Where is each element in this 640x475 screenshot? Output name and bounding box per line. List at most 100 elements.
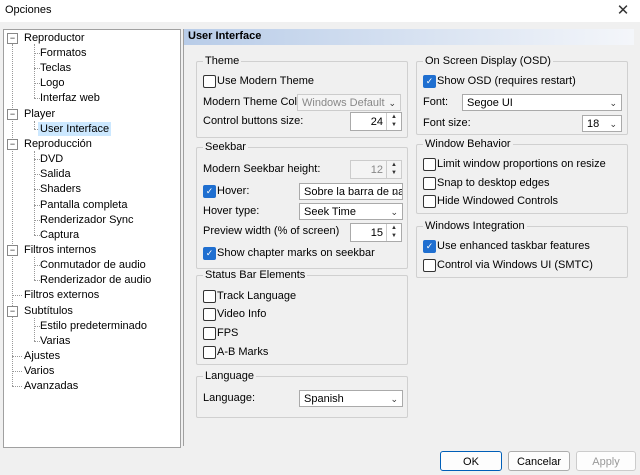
language-value: Spanish: [304, 393, 344, 405]
ab-marks-checkbox[interactable]: [203, 346, 216, 359]
hover-checkbox[interactable]: ✓: [203, 185, 216, 198]
seekbar-group-title: Seekbar: [203, 141, 248, 153]
tree-item-captura[interactable]: Captura: [40, 228, 79, 242]
collapse-icon[interactable]: −: [7, 33, 18, 44]
smtc-checkbox[interactable]: [423, 259, 436, 272]
hover-type-select[interactable]: Seek Time ⌄: [299, 203, 403, 220]
tree-item-avanzadas[interactable]: Avanzadas: [24, 379, 78, 393]
language-group: Language Language: Spanish ⌄: [196, 370, 408, 418]
collapse-icon[interactable]: −: [7, 245, 18, 256]
control-size-spinner[interactable]: 24 ▲ ▼: [350, 112, 402, 131]
tree-item-reproductor[interactable]: Reproductor: [24, 31, 85, 45]
osd-size-select[interactable]: 18 ⌄: [582, 115, 622, 132]
tree-item-conmutador-audio[interactable]: Conmutador de audio: [40, 258, 146, 272]
theme-color-value: Windows Default: [302, 97, 385, 109]
tree-item-logo[interactable]: Logo: [40, 76, 64, 90]
tree-item-user-interface[interactable]: User Interface: [38, 122, 112, 136]
osd-size-value: 18: [587, 118, 600, 130]
osd-size-label: Font size:: [423, 117, 471, 129]
fps-checkbox[interactable]: [203, 327, 216, 340]
collapse-icon[interactable]: −: [7, 109, 18, 120]
spin-up-icon[interactable]: ▲: [391, 225, 397, 231]
show-osd-checkbox[interactable]: ✓: [423, 75, 436, 88]
spin-down-icon[interactable]: ▼: [391, 122, 397, 128]
chevron-down-icon: ⌄: [390, 394, 398, 404]
chevron-down-icon: ⌄: [390, 207, 398, 217]
windows-integration-group: Windows Integration ✓ Use enhanced taskb…: [416, 220, 628, 278]
tree-item-teclas[interactable]: Teclas: [40, 61, 71, 75]
seekbar-height-value: 12: [370, 164, 383, 176]
hover-value: Sobre la barra de nav: [304, 186, 403, 198]
spin-down-icon[interactable]: ▼: [391, 233, 397, 239]
preview-width-spinner[interactable]: 15 ▲ ▼: [350, 223, 402, 242]
chapter-marks-checkbox[interactable]: ✓: [203, 247, 216, 260]
tree-item-varios[interactable]: Varios: [24, 364, 54, 378]
collapse-icon[interactable]: −: [7, 306, 18, 317]
chapter-marks-label: Show chapter marks on seekbar: [217, 247, 375, 259]
osd-group-title: On Screen Display (OSD): [423, 55, 553, 67]
close-icon[interactable]: ✕: [614, 2, 632, 20]
spinner-arrows-icon[interactable]: ▲ ▼: [386, 224, 401, 241]
fps-label: FPS: [217, 327, 239, 339]
video-info-label: Video Info: [217, 308, 267, 320]
hide-controls-checkbox[interactable]: [423, 195, 436, 208]
ok-button[interactable]: OK: [440, 451, 502, 471]
options-tree[interactable]: − Reproductor Formatos Teclas Logo Inter…: [3, 29, 181, 448]
snap-edges-checkbox[interactable]: [423, 177, 436, 190]
control-size-value: 24: [370, 116, 383, 128]
tree-connector: [12, 44, 13, 386]
track-language-checkbox[interactable]: [203, 290, 216, 303]
language-group-title: Language: [203, 370, 256, 382]
apply-button: Apply: [576, 451, 636, 471]
tree-item-dvd[interactable]: DVD: [40, 152, 63, 166]
hover-select[interactable]: Sobre la barra de nav ⌄: [299, 183, 403, 200]
tree-item-renderizador-audio[interactable]: Renderizador de audio: [40, 273, 151, 287]
status-bar-group-title: Status Bar Elements: [203, 269, 308, 281]
tree-item-ajustes[interactable]: Ajustes: [24, 349, 60, 363]
seekbar-group: Seekbar Modern Seekbar height: 12 ▲ ▼ ✓ H…: [196, 141, 408, 269]
tree-item-subtitulos[interactable]: Subtítulos: [24, 304, 73, 318]
window-behavior-group: Window Behavior Limit window proportions…: [416, 138, 628, 214]
preview-width-value: 15: [370, 227, 383, 239]
seekbar-height-label: Modern Seekbar height:: [203, 163, 321, 175]
tree-connector: [34, 121, 35, 129]
tree-item-filtros-externos[interactable]: Filtros externos: [24, 288, 99, 302]
title-bar: Opciones ✕: [0, 0, 640, 22]
tree-item-formatos[interactable]: Formatos: [40, 46, 86, 60]
tree-item-varias[interactable]: Varias: [40, 334, 70, 348]
collapse-icon[interactable]: −: [7, 139, 18, 150]
snap-edges-label: Snap to desktop edges: [437, 177, 550, 189]
window-behavior-group-title: Window Behavior: [423, 138, 513, 150]
tree-item-renderizador-sync[interactable]: Renderizador Sync: [40, 213, 134, 227]
taskbar-label: Use enhanced taskbar features: [437, 240, 590, 252]
taskbar-checkbox[interactable]: ✓: [423, 240, 436, 253]
tree-item-pantalla-completa[interactable]: Pantalla completa: [40, 198, 127, 212]
tree-item-salida[interactable]: Salida: [40, 167, 71, 181]
tree-item-reproduccion[interactable]: Reproducción: [24, 137, 92, 151]
windows-integration-group-title: Windows Integration: [423, 220, 527, 232]
tree-item-estilo-predeterminado[interactable]: Estilo predeterminado: [40, 319, 147, 333]
hover-type-label: Hover type:: [203, 205, 260, 217]
limit-proportions-checkbox[interactable]: [423, 158, 436, 171]
tree-item-player[interactable]: Player: [24, 107, 55, 121]
hover-type-value: Seek Time: [304, 206, 356, 218]
language-select[interactable]: Spanish ⌄: [299, 390, 403, 407]
track-language-label: Track Language: [217, 290, 297, 302]
tree-item-filtros-internos[interactable]: Filtros internos: [24, 243, 96, 257]
chevron-down-icon: ⌄: [609, 98, 617, 108]
tree-item-interfaz-web[interactable]: Interfaz web: [40, 91, 100, 105]
spin-up-icon: ▲: [391, 162, 397, 168]
cancel-button[interactable]: Cancelar: [508, 451, 570, 471]
seekbar-height-spinner: 12 ▲ ▼: [350, 160, 402, 179]
spin-up-icon[interactable]: ▲: [391, 114, 397, 120]
theme-color-label: Modern Theme Color:: [203, 96, 310, 108]
status-bar-group: Status Bar Elements Track Language Video…: [196, 269, 408, 365]
window-title: Opciones: [5, 4, 52, 16]
tree-item-shaders[interactable]: Shaders: [40, 182, 81, 196]
preview-width-label: Preview width (% of screen): [203, 225, 340, 237]
chevron-down-icon: ⌄: [388, 98, 396, 108]
video-info-checkbox[interactable]: [203, 308, 216, 321]
spinner-arrows-icon[interactable]: ▲ ▼: [386, 113, 401, 130]
use-modern-theme-checkbox[interactable]: [203, 75, 216, 88]
osd-font-select[interactable]: Segoe UI ⌄: [462, 94, 622, 111]
